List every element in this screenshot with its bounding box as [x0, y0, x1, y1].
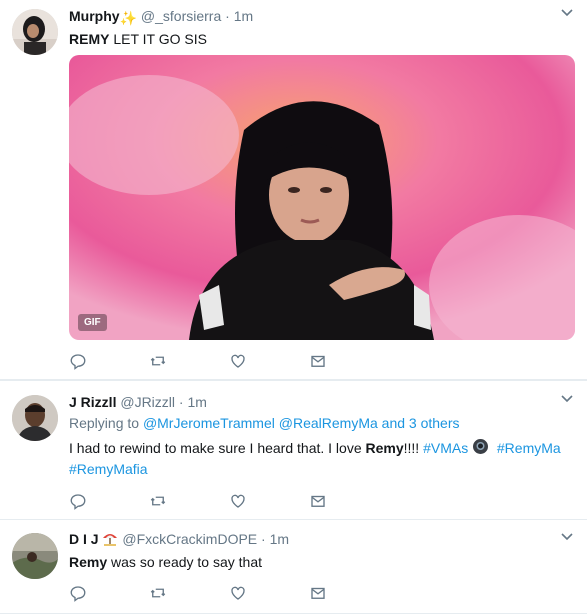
like-button[interactable]	[229, 584, 309, 602]
direct-message-button[interactable]	[309, 584, 389, 602]
others-link[interactable]: and 3 others	[378, 415, 460, 431]
hashtag-link[interactable]: #RemyMa	[497, 440, 561, 456]
sparkles-emoji: ✨	[119, 10, 137, 26]
user-handle[interactable]: @_sforsierra	[141, 8, 221, 24]
display-name[interactable]: J Rizzll	[69, 394, 116, 410]
replying-to: Replying to @MrJeromeTrammel @RealRemyMa…	[69, 414, 575, 433]
mention-link[interactable]: @MrJeromeTrammel	[143, 415, 275, 431]
reply-button[interactable]	[69, 584, 149, 602]
hashtag-link[interactable]: #RemyMafia	[69, 461, 148, 477]
tweet-actions	[69, 492, 389, 510]
bold-mention: REMY	[69, 31, 110, 47]
avatar[interactable]	[12, 9, 58, 55]
reply-icon	[70, 354, 86, 370]
reply-button[interactable]	[69, 352, 149, 370]
tweet-text: REMY LET IT GO SIS	[69, 30, 575, 49]
gif-media[interactable]: GIF	[69, 55, 575, 340]
like-icon	[231, 354, 245, 368]
gif-badge: GIF	[78, 314, 107, 331]
tweet[interactable]: J Rizzll @JRizzll · 1m Replying to @MrJe…	[0, 380, 587, 520]
replying-prefix: Replying to	[69, 415, 143, 431]
tweet-actions	[69, 352, 389, 370]
tweet-text: I had to rewind to make sure I heard tha…	[69, 438, 575, 479]
tweet-text-rest: was so ready to say that	[107, 554, 262, 570]
retweet-icon	[150, 356, 166, 366]
umbrella-on-ground-emoji	[102, 530, 118, 550]
chevron-down-icon[interactable]	[561, 532, 573, 544]
direct-message-icon	[311, 355, 325, 367]
display-name[interactable]: D I J	[69, 531, 99, 547]
tweet-text-rest: LET IT GO SIS	[109, 31, 207, 47]
bold-mention: Remy	[69, 554, 108, 570]
avatar[interactable]	[12, 395, 58, 441]
tweet-actions	[69, 584, 389, 602]
tweet-text-part: !!!!	[403, 440, 424, 456]
retweet-button[interactable]	[149, 584, 229, 602]
user-handle[interactable]: @FxckCrackimDOPE	[122, 531, 257, 547]
like-icon	[231, 494, 245, 508]
like-icon	[231, 586, 245, 600]
separator-dot: ·	[225, 8, 230, 24]
direct-message-icon	[311, 587, 325, 599]
reply-icon	[70, 586, 86, 602]
separator-dot: ·	[178, 394, 184, 410]
hashtag-link[interactable]: #VMAs	[423, 440, 468, 456]
bold-mention: Remy	[365, 440, 404, 456]
separator-dot: ·	[261, 531, 266, 547]
direct-message-icon	[311, 495, 325, 507]
vma-astronaut-emoji	[472, 438, 489, 460]
timestamp[interactable]: 1m	[270, 531, 289, 547]
direct-message-button[interactable]	[309, 492, 389, 510]
tweet[interactable]: D I J @FxckCrackimDOPE · 1m Remy was so …	[0, 520, 587, 614]
reply-icon	[70, 494, 86, 510]
avatar[interactable]	[12, 533, 58, 579]
timestamp[interactable]: 1m	[234, 8, 253, 24]
retweet-button[interactable]	[149, 492, 229, 510]
retweet-button[interactable]	[149, 352, 229, 370]
like-button[interactable]	[229, 492, 309, 510]
user-handle[interactable]: @JRizzll	[120, 394, 175, 410]
tweet[interactable]: Murphy✨ @_sforsierra · 1m REMY LET IT GO…	[0, 0, 587, 380]
direct-message-button[interactable]	[309, 352, 389, 370]
chevron-down-icon[interactable]	[561, 8, 573, 20]
mention-link[interactable]: @RealRemyMa	[279, 415, 378, 431]
retweet-icon	[150, 588, 166, 598]
reply-button[interactable]	[69, 492, 149, 510]
tweet-text: Remy was so ready to say that	[69, 553, 575, 572]
chevron-down-icon[interactable]	[561, 394, 573, 406]
retweet-icon	[150, 496, 166, 506]
display-name[interactable]: Murphy	[69, 8, 120, 24]
timestamp[interactable]: 1m	[187, 394, 206, 410]
tweet-text-part: I had to rewind to make sure I heard tha…	[69, 440, 366, 456]
like-button[interactable]	[229, 352, 309, 370]
